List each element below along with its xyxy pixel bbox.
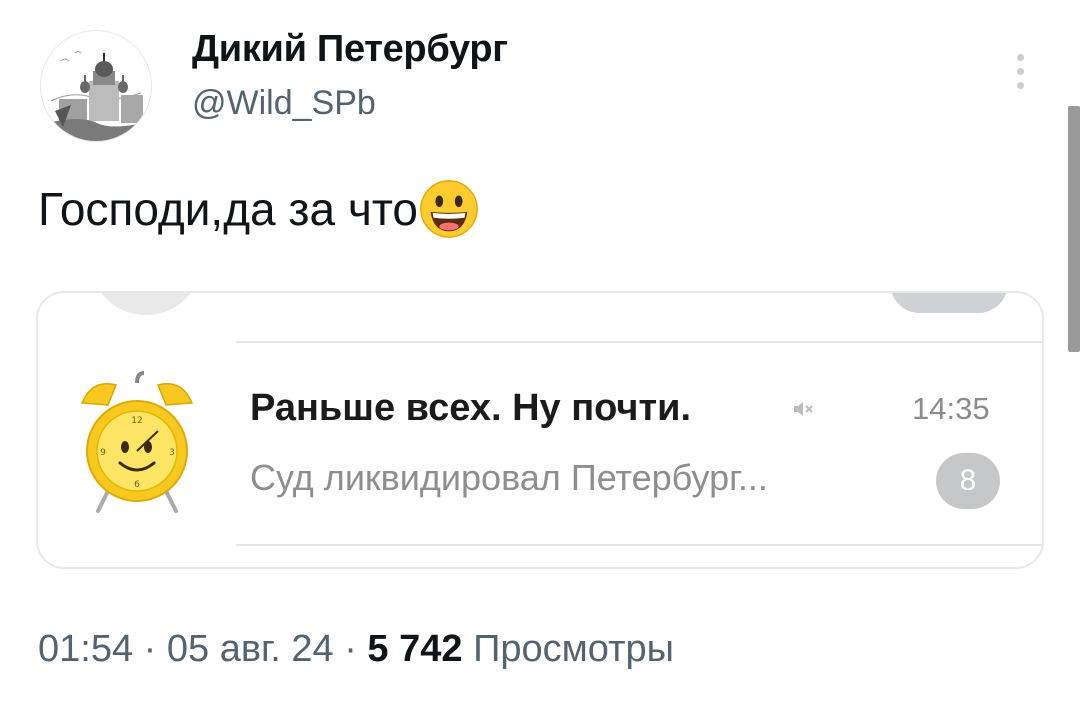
chat-divider (236, 544, 1042, 546)
alarm-clock-icon: 12 3 6 9 (80, 371, 194, 513)
scrollbar[interactable] (1068, 106, 1080, 352)
tweet-text: Господи,да за что (38, 178, 480, 240)
tweet-date[interactable]: 05 авг. 24 (167, 628, 334, 670)
previous-chat-badge (890, 293, 1008, 313)
meta-separator: · (333, 628, 368, 670)
more-options-dot (1016, 81, 1024, 89)
tweet-time[interactable]: 01:54 (38, 628, 133, 670)
more-options-icon (1016, 53, 1024, 61)
chat-time: 14:35 (912, 391, 990, 426)
svg-text:9: 9 (100, 448, 106, 458)
previous-chat-avatar (94, 293, 198, 315)
chat-divider (236, 341, 1042, 343)
meta-separator: · (133, 628, 167, 670)
author-handle[interactable]: @Wild_SPb (192, 84, 376, 123)
cathedral-sketch-icon (41, 31, 151, 141)
author-avatar[interactable] (40, 30, 152, 142)
svg-text:6: 6 (134, 480, 140, 490)
unread-count-badge: 8 (936, 453, 1000, 509)
grinning-face-icon (420, 180, 478, 238)
chat-message-preview: Суд ликвидировал Петербург... (250, 457, 768, 498)
svg-text:12: 12 (131, 416, 142, 426)
svg-text:3: 3 (169, 448, 175, 458)
more-options-button[interactable] (1000, 46, 1040, 96)
previous-chat-text-fragment (264, 293, 584, 301)
views-count[interactable]: 5 742 (367, 628, 462, 670)
author-name[interactable]: Дикий Петербург (192, 28, 508, 71)
tweet-meta: 01:54 · 05 авг. 24 · 5 742 Просмотры (38, 628, 674, 671)
tweet-text-content: Господи,да за что (38, 183, 418, 235)
media-screenshot-card[interactable]: 12 3 6 9 Раньше всех. Ну почти. 14:35 Су… (36, 291, 1044, 569)
chat-title: Раньше всех. Ну почти. (250, 387, 692, 429)
more-options-dot (1016, 67, 1024, 75)
muted-speaker-icon (794, 402, 813, 416)
views-label: Просмотры (473, 628, 674, 670)
